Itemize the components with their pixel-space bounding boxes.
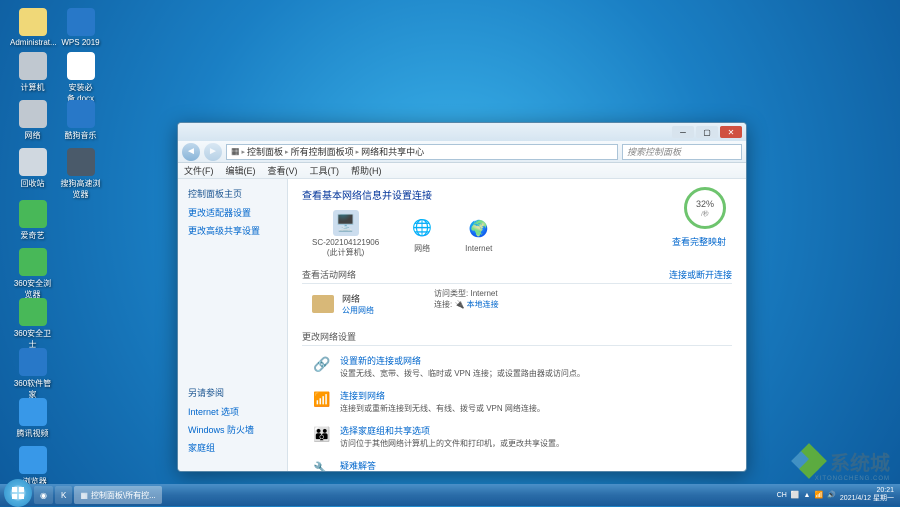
network-name: 网络	[342, 292, 374, 305]
task-icon: 🔧	[312, 459, 332, 471]
tray-icon[interactable]: ▲	[804, 492, 811, 499]
search-input[interactable]: 搜索控制面板	[622, 144, 742, 160]
task-link[interactable]: 设置新的连接或网络	[340, 356, 421, 366]
task-icon: 🔗	[312, 354, 332, 374]
bench-icon	[312, 295, 334, 313]
tray-network-icon[interactable]: 📶	[814, 491, 823, 499]
desktop-icon[interactable]: 搜狗高速浏览器	[58, 148, 103, 200]
nav-toolbar: ◄ ► ▦ ▸ 控制面板 ▸ 所有控制面板项 ▸ 网络和共享中心 搜索控制面板	[178, 141, 746, 163]
forward-button[interactable]: ►	[204, 143, 222, 161]
task-link[interactable]: 选择家庭组和共享选项	[340, 426, 430, 436]
task-link[interactable]: 疑难解答	[340, 461, 376, 471]
connection-link[interactable]: 本地连接	[467, 300, 499, 309]
taskbar-item[interactable]: K	[55, 486, 72, 504]
taskbar: ◉K▦控制面板\所有控... CH ⬜ ▲ 📶 🔊 20:21 2021/4/1…	[0, 484, 900, 506]
desktop-icon[interactable]: 计算机	[10, 52, 55, 93]
close-button[interactable]: ✕	[720, 126, 742, 138]
desktop-icon[interactable]: 腾讯视频	[10, 398, 55, 439]
breadcrumb-icon: ▦	[231, 146, 240, 157]
desktop-icon[interactable]: Administrat...	[10, 8, 55, 47]
sidebar-heading: 控制面板主页	[188, 187, 277, 200]
network-type-link[interactable]: 公用网络	[342, 306, 374, 315]
menubar: 文件(F) 编辑(E) 查看(V) 工具(T) 帮助(H)	[178, 163, 746, 179]
minimize-button[interactable]: ─	[672, 126, 694, 138]
desktop-icon[interactable]: 360安全卫士	[10, 298, 55, 350]
sidebar: 控制面板主页 更改适配器设置 更改高级共享设置 另请参阅 Internet 选项…	[178, 179, 288, 471]
change-settings-heading: 更改网络设置	[302, 330, 732, 346]
main-pane: 查看基本网络信息并设置连接 32% /秒 查看完整映射 🖥️ SC-202104…	[288, 179, 746, 471]
desktop-icon[interactable]: 360安全浏览器	[10, 248, 55, 300]
maximize-button[interactable]: ▢	[696, 126, 718, 138]
task-item: 📶连接到网络连接到或重新连接到无线、有线、拨号或 VPN 网络连接。	[302, 385, 732, 420]
start-button[interactable]	[4, 479, 32, 507]
connect-disconnect-link[interactable]: 连接或断开连接	[669, 268, 732, 281]
back-button[interactable]: ◄	[182, 143, 200, 161]
sidebar-link-adapter[interactable]: 更改适配器设置	[188, 206, 277, 219]
node-internet: 🌍 Internet	[465, 216, 492, 253]
desktop-icon[interactable]: 酷狗音乐	[58, 100, 103, 141]
page-title: 查看基本网络信息并设置连接	[302, 187, 732, 202]
breadcrumb-item[interactable]: 网络和共享中心	[361, 145, 424, 158]
task-item: 👪选择家庭组和共享选项访问位于其他网络计算机上的文件和打印机，或更改共享设置。	[302, 420, 732, 455]
menu-file[interactable]: 文件(F)	[184, 164, 214, 177]
active-networks-heading: 查看活动网络	[302, 268, 356, 281]
menu-tools[interactable]: 工具(T)	[310, 164, 340, 177]
desktop-icon[interactable]: 安装必备.docx	[58, 52, 103, 104]
node-computer: 🖥️ SC-202104121906 (此计算机)	[312, 210, 379, 258]
tray-volume-icon[interactable]: 🔊	[827, 491, 836, 499]
speed-gauge: 32% /秒	[684, 187, 726, 229]
sidebar-link-firewall[interactable]: Windows 防火墙	[188, 423, 254, 436]
task-icon: 📶	[312, 389, 332, 409]
tray-icon[interactable]: ⬜	[791, 491, 800, 499]
titlebar: ─ ▢ ✕	[178, 123, 746, 141]
watermark: 系统城 XITONGCHENG.COM	[794, 446, 890, 476]
desktop-icon[interactable]: 360软件管家	[10, 348, 55, 400]
desktop-icon[interactable]: 网络	[10, 100, 55, 141]
menu-help[interactable]: 帮助(H)	[351, 164, 382, 177]
view-full-map-link[interactable]: 查看完整映射	[672, 235, 726, 248]
node-network: 🌐 网络	[409, 215, 435, 254]
control-panel-window: ─ ▢ ✕ ◄ ► ▦ ▸ 控制面板 ▸ 所有控制面板项 ▸ 网络和共享中心 搜…	[177, 122, 747, 472]
desktop-icon[interactable]: 爱奇艺	[10, 200, 55, 241]
system-tray: CH ⬜ ▲ 📶 🔊 20:21 2021/4/12 星期一	[777, 487, 896, 502]
task-item: 🔗设置新的连接或网络设置无线、宽带、拨号、临时或 VPN 连接；或设置路由器或访…	[302, 350, 732, 385]
task-icon: 👪	[312, 424, 332, 444]
breadcrumb-item[interactable]: 控制面板	[247, 145, 283, 158]
sidebar-link-sharing[interactable]: 更改高级共享设置	[188, 224, 277, 237]
network-item: 网络 公用网络	[302, 288, 374, 320]
breadcrumb-item[interactable]: 所有控制面板项	[291, 145, 354, 158]
task-link[interactable]: 连接到网络	[340, 391, 385, 401]
network-map: 🖥️ SC-202104121906 (此计算机) 🌐 网络 🌍 Interne…	[312, 210, 732, 258]
breadcrumb[interactable]: ▦ ▸ 控制面板 ▸ 所有控制面板项 ▸ 网络和共享中心	[226, 144, 618, 160]
desktop-icon[interactable]: WPS 2019	[58, 8, 103, 47]
desktop-icon[interactable]: 回收站	[10, 148, 55, 189]
sidebar-link-internet-options[interactable]: Internet 选项	[188, 405, 254, 418]
ime-indicator[interactable]: CH	[777, 492, 787, 499]
clock[interactable]: 20:21 2021/4/12 星期一	[840, 487, 894, 502]
taskbar-item[interactable]: ▦控制面板\所有控...	[74, 486, 161, 504]
task-item: 🔧疑难解答诊断并修复网络问题，或获得故障排除信息。	[302, 455, 732, 471]
sidebar-foot-heading: 另请参阅	[188, 386, 254, 399]
menu-edit[interactable]: 编辑(E)	[226, 164, 256, 177]
menu-view[interactable]: 查看(V)	[268, 164, 298, 177]
taskbar-item[interactable]: ◉	[34, 486, 53, 504]
sidebar-link-homegroup[interactable]: 家庭组	[188, 441, 254, 454]
